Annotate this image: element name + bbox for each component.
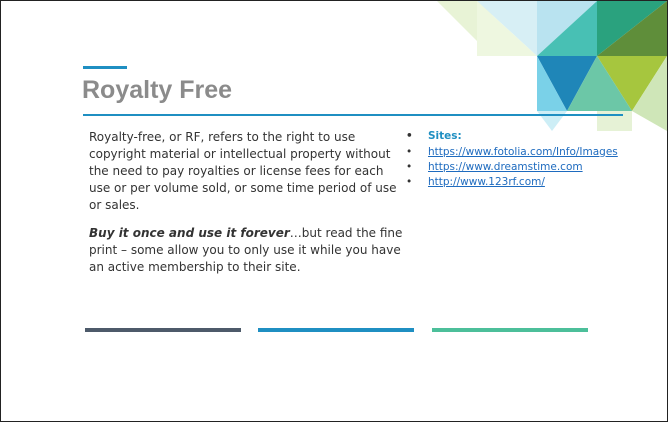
sites-list: • Sites: • https://www.fotolia.com/Info/Im… [406,129,666,190]
footer-bar-green [432,328,588,332]
link-item: • https://www.dreamstime.com [406,160,666,175]
definition-paragraph: Royalty-free, or RF, refers to the right… [89,130,397,212]
advice-paragraph: Buy it once and use it forever…but read … [89,225,407,276]
bullet-icon: • [406,161,413,173]
link-item: • https://www.fotolia.com/Info/Images [406,145,666,160]
sites-heading: Sites: [428,130,462,142]
link-dreamstime[interactable]: https://www.dreamstime.com [428,161,583,173]
link-123rf[interactable]: http://www.123rf.com/ [428,176,545,188]
advice-emphasis: Buy it once and use it forever [89,226,290,240]
link-fotolia[interactable]: https://www.fotolia.com/Info/Images [428,146,618,158]
title-accent-line [83,66,127,69]
link-item: • http://www.123rf.com/ [406,175,666,190]
bullet-icon: • [406,176,413,188]
title-underline [83,114,623,116]
footer-bar-slate [85,328,241,332]
footer-bar-blue [258,328,414,332]
bullet-icon: • [406,146,413,158]
slide-title: Royalty Free [82,76,233,104]
body-text: Royalty-free, or RF, refers to the right… [89,129,407,287]
slide: Royalty Free Royalty-free, or RF, refers… [0,0,668,422]
bullet-icon: • [406,130,413,142]
sites-heading-item: • Sites: [406,129,666,144]
decorative-triangle-pattern [437,1,667,131]
